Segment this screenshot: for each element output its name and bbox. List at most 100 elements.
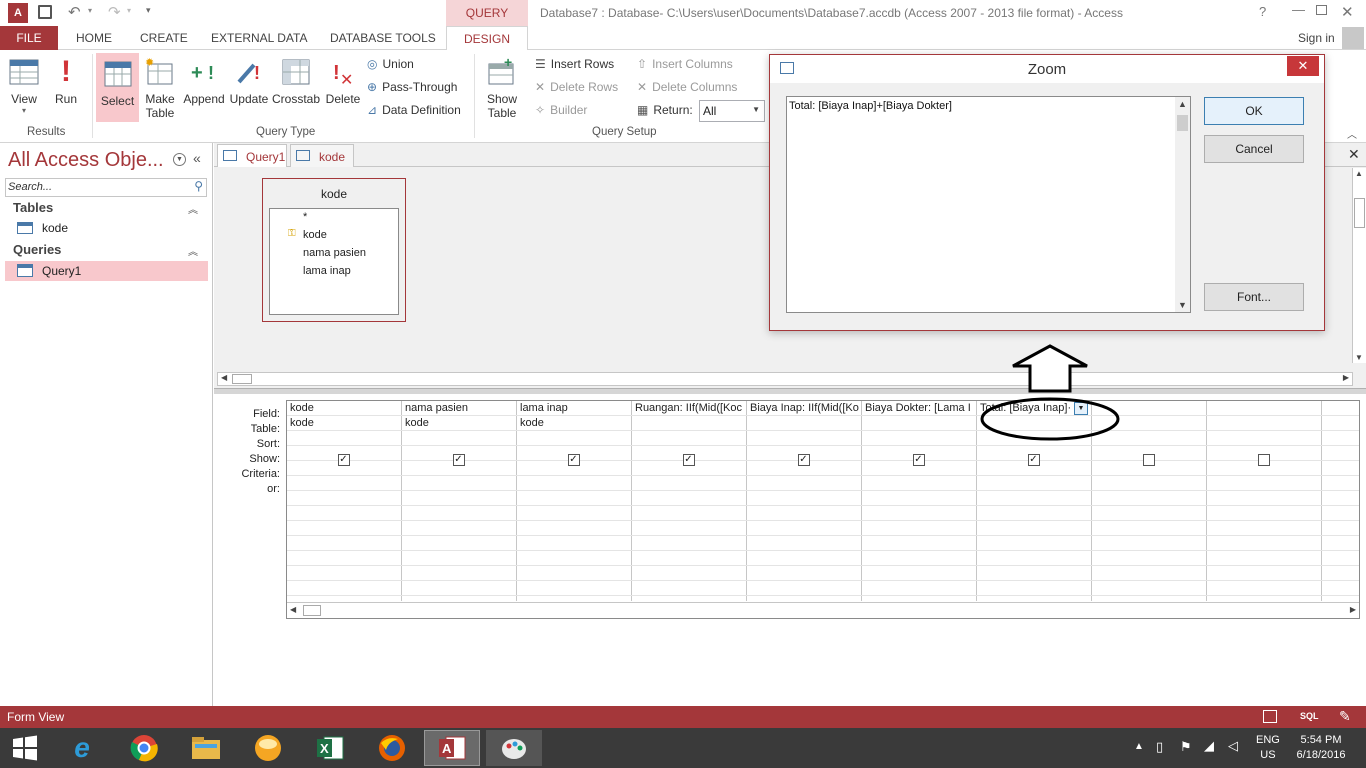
ok-button[interactable]: OK	[1204, 97, 1304, 125]
view-button[interactable]: View ▾	[6, 54, 42, 115]
tab-home[interactable]: HOME	[76, 26, 112, 50]
action-center-icon[interactable]: ⚑	[1180, 739, 1192, 755]
redo-dropdown-icon[interactable]: ▾	[127, 6, 131, 15]
field-list-kode[interactable]: kode * ⚿ kode nama pasien lama inap	[262, 178, 406, 322]
avatar[interactable]	[1342, 27, 1364, 49]
nav-menu-icon[interactable]: ▼	[173, 153, 186, 166]
tab-create[interactable]: CREATE	[140, 26, 188, 50]
show-checkbox[interactable]: ✓	[797, 454, 810, 466]
queries-header[interactable]: Queries	[13, 242, 61, 257]
grid-field-cell[interactable]: nama pasien	[405, 402, 514, 414]
redo-icon[interactable]: ↷	[108, 3, 121, 21]
close-window-button[interactable]: ✕	[1341, 3, 1354, 21]
select-query-button[interactable]: Select	[96, 53, 139, 122]
collapse-tables-icon[interactable]: ︽	[188, 201, 198, 216]
undo-dropdown-icon[interactable]: ▾	[88, 6, 92, 15]
vertical-scrollbar[interactable]: ▲ ▼	[1352, 168, 1366, 363]
horizontal-scrollbar[interactable]: ◀ ▶	[217, 372, 1353, 386]
show-checkbox[interactable]: ✓	[567, 454, 580, 466]
tables-header[interactable]: Tables	[13, 200, 53, 215]
show-checkbox[interactable]	[1257, 454, 1270, 466]
grid-field-cell[interactable]: lama inap	[520, 402, 629, 414]
pane-splitter[interactable]	[214, 388, 1366, 394]
nav-search-input[interactable]: Search... ⚲	[5, 178, 207, 197]
return-select[interactable]: All ▼	[699, 100, 765, 122]
tab-database-tools[interactable]: DATABASE TOOLS	[330, 26, 436, 50]
undo-icon[interactable]: ↶	[68, 3, 81, 21]
network-icon[interactable]: ◢	[1204, 738, 1214, 754]
chrome-icon[interactable]	[116, 730, 172, 766]
grid-field-cell[interactable]: Biaya Dokter: [Lama I	[865, 402, 974, 414]
grid-table-cell[interactable]: kode	[290, 417, 399, 429]
clock[interactable]: 5:54 PM 6/18/2016	[1296, 733, 1346, 763]
data-definition-button[interactable]: ⊿ Data Definition	[367, 100, 461, 120]
save-icon[interactable]	[38, 5, 52, 19]
pass-through-button[interactable]: ⊕ Pass-Through	[367, 77, 457, 97]
grid-table-cell[interactable]: kode	[405, 417, 514, 429]
union-button[interactable]: ◎ Union	[367, 54, 414, 74]
delete-rows-button[interactable]: ✕ Delete Rows	[535, 77, 618, 97]
grid-horizontal-scrollbar[interactable]: ◀ ▶	[287, 602, 1359, 618]
font-button[interactable]: Font...	[1204, 283, 1304, 311]
access-logo-icon[interactable]: A	[8, 3, 28, 23]
nav-item-table-kode[interactable]: kode	[5, 219, 208, 238]
nav-item-query1[interactable]: Query1	[5, 261, 208, 281]
delete-query-button[interactable]: ! ✕ Delete	[324, 54, 362, 106]
tab-kode[interactable]: kode	[290, 144, 354, 167]
show-table-button[interactable]: + Show Table	[482, 54, 522, 120]
show-checkbox[interactable]: ✓	[912, 454, 925, 466]
insert-columns-button[interactable]: ⇧ Insert Columns	[637, 54, 733, 74]
minimize-button[interactable]: —	[1292, 2, 1305, 17]
access-taskbar-icon[interactable]: A	[424, 730, 480, 766]
datasheet-view-icon[interactable]	[1263, 710, 1277, 723]
restore-button[interactable]	[1316, 5, 1327, 15]
start-button[interactable]	[0, 730, 50, 766]
search-icon[interactable]: ⚲	[194, 179, 203, 193]
tab-design[interactable]: DESIGN	[446, 26, 528, 51]
append-button[interactable]: +! Append	[182, 54, 226, 106]
design-view-icon[interactable]: ✎	[1339, 708, 1351, 725]
firefox-icon[interactable]	[364, 730, 420, 766]
insert-rows-button[interactable]: ☰ Insert Rows	[535, 54, 614, 74]
field-item[interactable]: kode	[303, 229, 327, 241]
language-indicator[interactable]: ENG US	[1256, 733, 1280, 763]
grid-table-cell[interactable]: kode	[520, 417, 629, 429]
make-table-button[interactable]: ✹ Make Table	[143, 54, 177, 120]
close-document-icon[interactable]: ✕	[1348, 146, 1360, 163]
collapse-pane-icon[interactable]: «	[193, 150, 201, 166]
grid-field-cell[interactable]: kode	[290, 402, 399, 414]
tray-overflow-icon[interactable]: ▲	[1134, 741, 1144, 752]
tab-external-data[interactable]: EXTERNAL DATA	[211, 26, 307, 50]
excel-icon[interactable]: X	[302, 730, 358, 766]
collapse-ribbon-icon[interactable]: ︿	[1347, 126, 1357, 141]
show-checkbox[interactable]: ✓	[682, 454, 695, 466]
sql-view-button[interactable]: SQL	[1300, 711, 1319, 721]
tab-query1[interactable]: Query1	[217, 144, 287, 167]
tab-file[interactable]: FILE	[0, 26, 58, 50]
paint-icon[interactable]	[486, 730, 542, 766]
help-button[interactable]: ?	[1259, 4, 1266, 19]
cancel-button[interactable]: Cancel	[1204, 135, 1304, 163]
internet-explorer-icon[interactable]: e	[54, 730, 110, 766]
show-checkbox[interactable]: ✓	[1027, 454, 1040, 466]
sign-in-link[interactable]: Sign in	[1298, 26, 1335, 50]
media-player-icon[interactable]	[240, 730, 296, 766]
field-item[interactable]: *	[303, 211, 307, 223]
collapse-queries-icon[interactable]: ︽	[188, 243, 198, 258]
zoom-scrollbar[interactable]: ▲ ▼	[1175, 97, 1190, 312]
delete-columns-button[interactable]: ✕ Delete Columns	[637, 77, 737, 97]
show-checkbox[interactable]: ✓	[452, 454, 465, 466]
query-design-grid[interactable]: kode kode ✓ nama pasien kode ✓ lama inap kode ✓ R…	[286, 400, 1360, 619]
crosstab-button[interactable]: Crosstab	[272, 54, 320, 106]
power-icon[interactable]: ▯	[1156, 739, 1163, 755]
zoom-text-area[interactable]: Total: [Biaya Inap]+[Biaya Dokter] ▲ ▼	[786, 96, 1191, 313]
field-item[interactable]: lama inap	[303, 265, 351, 277]
grid-field-cell[interactable]: Ruangan: IIf(Mid([Koc	[635, 402, 744, 414]
update-button[interactable]: ! Update	[229, 54, 269, 106]
builder-button[interactable]: ✧ Builder	[535, 100, 587, 120]
grid-field-cell[interactable]: Biaya Inap: IIf(Mid([Ko	[750, 402, 859, 414]
volume-icon[interactable]: ◁	[1228, 738, 1238, 754]
nav-pane-title[interactable]: All Access Obje...	[8, 149, 164, 172]
zoom-close-button[interactable]: ✕	[1287, 56, 1319, 76]
field-item[interactable]: nama pasien	[303, 247, 366, 259]
